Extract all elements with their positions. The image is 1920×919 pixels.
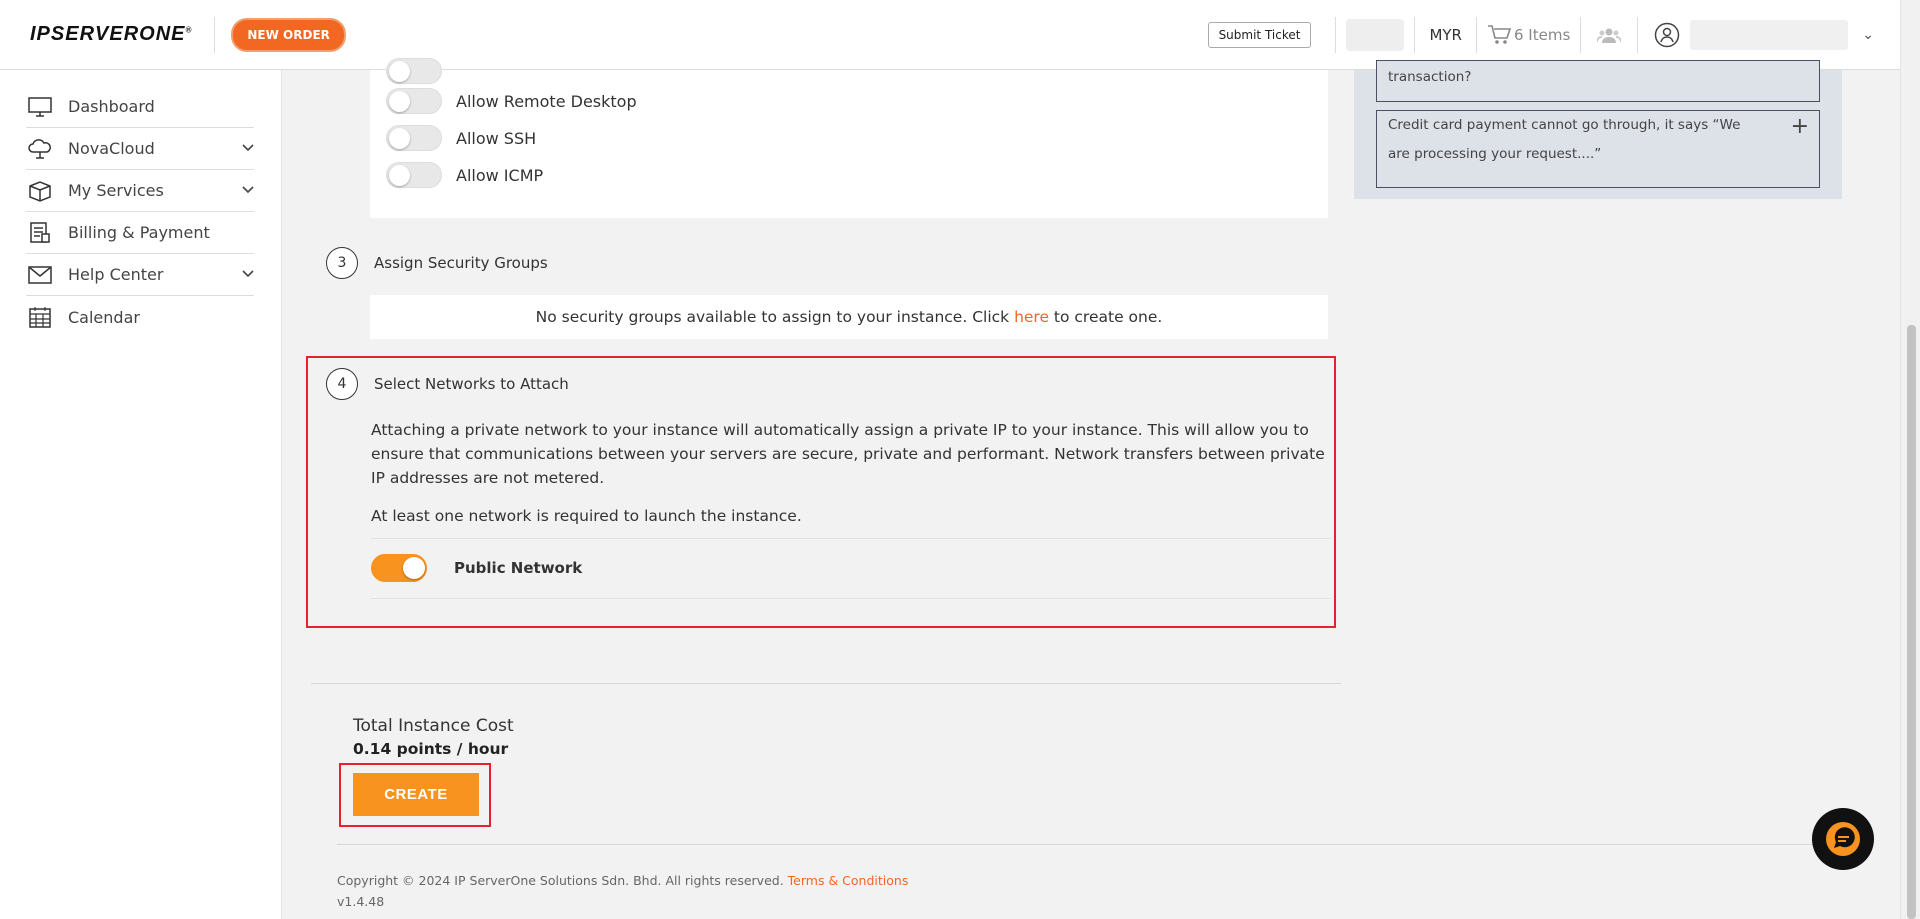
chevron-down-icon[interactable]: ⌄ (1862, 27, 1874, 43)
network-requirement: At least one network is required to laun… (371, 507, 802, 525)
public-network-label: Public Network (454, 559, 583, 577)
cloud-icon (26, 138, 54, 160)
create-button[interactable]: CREATE (353, 773, 479, 816)
toggle-label: Allow Remote Desktop (456, 91, 637, 111)
icmp-toggle-row: Allow ICMP (386, 162, 543, 188)
divider (371, 538, 1331, 539)
header-divider (1637, 17, 1639, 53)
step-number: 3 (326, 247, 358, 279)
cart-count: 6 Items (1513, 26, 1571, 44)
cost-title: Total Instance Cost (353, 716, 514, 736)
sidebar-item-label: Dashboard (68, 97, 155, 116)
remote-desktop-toggle-row: Allow Remote Desktop (386, 88, 637, 114)
faq-panel: transaction? Credit card payment cannot … (1354, 60, 1842, 199)
toggle-switch[interactable] (386, 58, 442, 84)
sidebar-item-my-services[interactable]: My Services (26, 170, 254, 212)
header-divider (1414, 17, 1416, 53)
sidebar-item-help-center[interactable]: Help Center (26, 254, 254, 296)
cart-icon (1487, 25, 1511, 44)
faq-item[interactable]: transaction? (1376, 60, 1820, 102)
header-divider (1475, 17, 1477, 53)
chat-icon (1826, 822, 1860, 856)
toggle-label: Allow ICMP (456, 165, 544, 185)
chevron-down-icon (242, 270, 254, 278)
header-divider (1580, 17, 1582, 53)
sidebar: Dashboard NovaCloud My Services Billing … (0, 70, 282, 919)
invoice-icon (26, 221, 54, 244)
copyright: Copyright © 2024 IP ServerOne Solutions … (337, 873, 909, 888)
scrollbar-thumb[interactable] (1907, 325, 1916, 919)
chat-button[interactable] (1812, 808, 1874, 870)
create-security-group-link[interactable]: here (1014, 308, 1049, 326)
public-network-toggle[interactable] (371, 554, 427, 582)
submit-ticket-button[interactable]: Submit Ticket (1207, 22, 1312, 48)
terms-link[interactable]: Terms & Conditions (788, 873, 909, 888)
cost-value: 0.14 points / hour (353, 740, 509, 758)
divider (311, 683, 1341, 684)
faq-item[interactable]: Credit card payment cannot go through, i… (1376, 110, 1820, 188)
header-divider (1335, 17, 1337, 53)
sidebar-item-label: Calendar (68, 307, 140, 327)
page-scrollbar[interactable] (1900, 0, 1920, 919)
partial-toggle-row (386, 58, 456, 84)
chevron-down-icon (242, 186, 254, 194)
header-divider (214, 16, 216, 53)
box-icon (26, 180, 54, 202)
sidebar-item-billing[interactable]: Billing & Payment (26, 212, 254, 254)
faq-question: Credit card payment cannot go through, i… (1388, 117, 1741, 162)
step-number: 4 (326, 368, 358, 400)
public-network-row: Public Network (371, 554, 582, 582)
step-3-heading: 3 Assign Security Groups (326, 247, 548, 279)
step-title: Assign Security Groups (374, 254, 548, 272)
sidebar-item-novacloud[interactable]: NovaCloud (26, 128, 254, 170)
divider (371, 598, 1331, 599)
mail-icon (26, 265, 54, 284)
cart-button[interactable]: 6 Items (1487, 24, 1570, 46)
new-order-button[interactable]: NEW ORDER (231, 17, 346, 52)
sidebar-item-label: NovaCloud (68, 139, 155, 158)
firewall-rules-card: Allow Remote Desktop Allow SSH Allow ICM… (370, 58, 1328, 218)
blurred-balance (1346, 19, 1405, 51)
calendar-icon (26, 306, 54, 328)
step-4-heading: 4 Select Networks to Attach (326, 368, 569, 400)
chevron-down-icon (242, 144, 254, 152)
blurred-username (1690, 20, 1849, 50)
sidebar-item-dashboard[interactable]: Dashboard (26, 86, 254, 128)
networks-section-highlight: 4 Select Networks to Attach Attaching a … (306, 356, 1336, 628)
step-title: Select Networks to Attach (374, 375, 569, 393)
sidebar-item-label: My Services (68, 181, 164, 200)
version-label: v1.4.48 (337, 894, 385, 909)
network-description: Attaching a private network to your inst… (371, 421, 1325, 487)
plus-icon[interactable]: + (1791, 113, 1809, 141)
sidebar-item-label: Help Center (68, 265, 164, 284)
monitor-icon (26, 96, 54, 117)
security-groups-notice: No security groups available to assign t… (370, 295, 1328, 339)
divider (337, 844, 1847, 845)
remote-desktop-toggle[interactable] (386, 88, 442, 114)
currency-selector[interactable]: MYR (1429, 26, 1462, 44)
sidebar-item-label: Billing & Payment (68, 223, 210, 242)
icmp-toggle[interactable] (386, 162, 442, 188)
ipserverone-logo[interactable]: IPSERVERONE® (30, 23, 192, 46)
users-icon[interactable] (1597, 26, 1622, 44)
ssh-toggle[interactable] (386, 125, 442, 151)
toggle-label: Allow SSH (456, 128, 537, 148)
profile-icon[interactable] (1654, 22, 1680, 48)
ssh-toggle-row: Allow SSH (386, 125, 536, 151)
sidebar-item-calendar[interactable]: Calendar (26, 296, 254, 338)
